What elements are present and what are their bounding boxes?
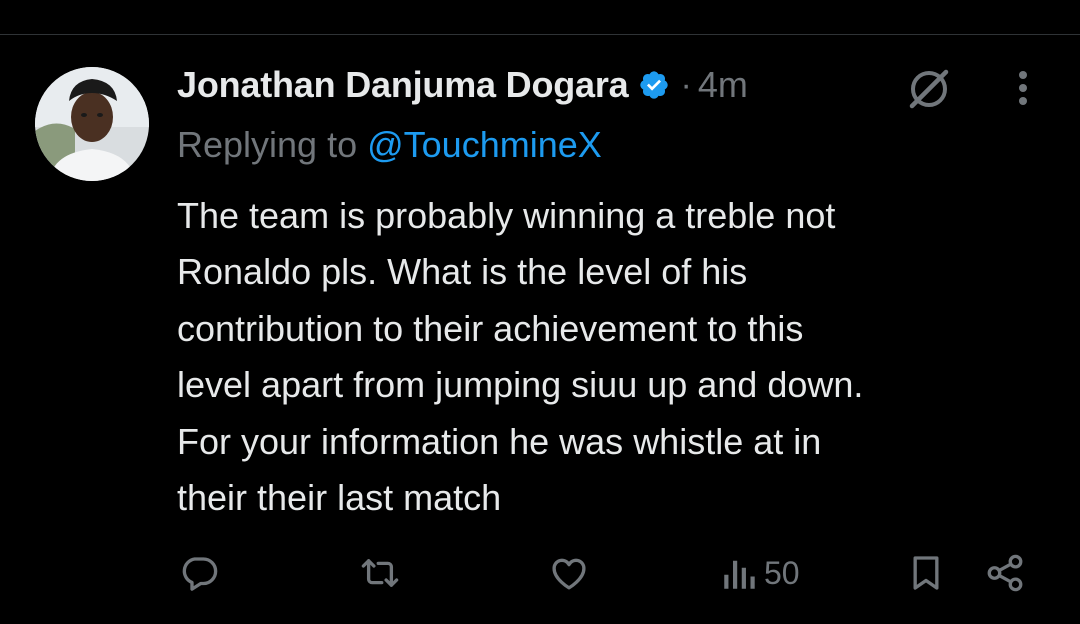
reply-prefix: Replying to [177,124,368,165]
reply-context: Replying to @TouchmineX [177,124,602,166]
bookmark-button[interactable] [906,552,946,594]
more-options-icon[interactable] [1010,68,1036,108]
reply-handle-link[interactable]: @TouchmineX [367,124,602,165]
top-divider [0,34,1080,35]
like-icon [548,552,590,594]
timestamp[interactable]: 4m [698,64,748,106]
time-separator: · [680,65,692,104]
views-button[interactable]: 50 [722,552,800,594]
avatar[interactable] [35,67,149,181]
verified-badge-icon[interactable] [638,69,670,101]
grok-icon[interactable] [904,64,954,114]
bookmark-icon [906,552,946,594]
views-count: 50 [764,554,800,591]
share-button[interactable] [984,552,1026,594]
like-button[interactable] [548,552,590,594]
views-icon [722,552,758,594]
tweet-header: Jonathan Danjuma Dogara · 4m [177,60,748,110]
reply-icon [178,552,220,594]
reply-button[interactable] [178,552,220,594]
repost-icon [358,552,402,594]
display-name[interactable]: Jonathan Danjuma Dogara [177,64,629,106]
repost-button[interactable] [358,552,402,594]
tweet-text: The team is probably winning a treble no… [177,195,864,519]
share-icon [984,552,1026,594]
